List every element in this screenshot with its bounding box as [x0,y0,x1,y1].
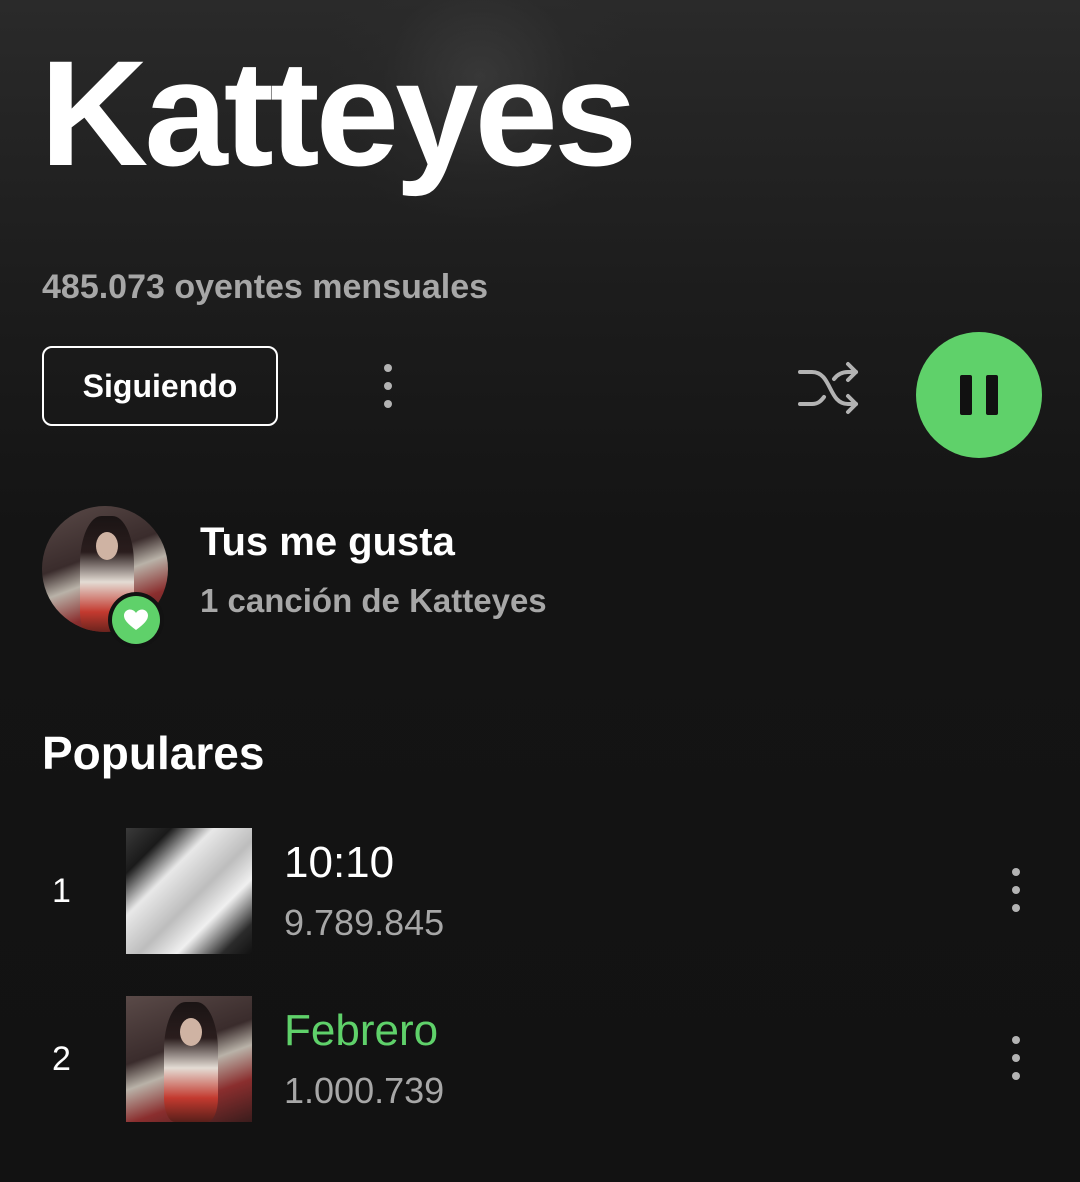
pause-icon [960,375,972,415]
more-vert-icon[interactable] [1010,1036,1022,1080]
track-rank: 2 [52,1040,71,1078]
monthly-listeners: 485.073 oyentes mensuales [42,268,489,306]
track-cover-art [126,828,252,954]
more-vert-icon[interactable] [382,364,394,408]
heart-icon [124,609,148,630]
following-button[interactable]: Siguiendo [42,346,278,426]
track-row[interactable]: 2 Febrero 1.000.739 [0,994,1080,1124]
more-vert-icon[interactable] [1010,868,1022,912]
liked-badge [108,592,164,648]
track-title: Febrero [284,1006,439,1055]
artist-page: Katteyes 485.073 oyentes mensuales Sigui… [0,0,1080,1182]
shuffle-icon[interactable] [796,360,862,416]
track-play-count: 1.000.739 [284,1070,445,1111]
liked-songs-subtitle: 1 canción de Katteyes [200,582,547,619]
popular-section-title: Populares [42,727,265,779]
track-play-count: 9.789.845 [284,902,445,943]
artist-name: Katteyes [40,29,637,197]
pause-button[interactable] [916,332,1042,458]
track-row[interactable]: 1 10:10 9.789.845 [0,826,1080,956]
track-title: 10:10 [284,838,395,887]
track-rank: 1 [52,872,71,910]
track-cover-art [126,996,252,1122]
liked-songs-title[interactable]: Tus me gusta [200,520,455,565]
